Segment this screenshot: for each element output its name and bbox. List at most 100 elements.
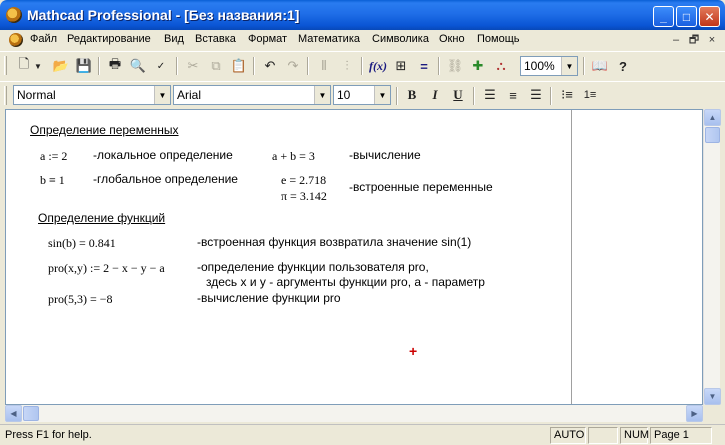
print-icon[interactable]: 🖶	[104, 55, 126, 77]
scroll-up-icon[interactable]: ▲	[704, 109, 721, 126]
standard-toolbar: 🗋 ▼ 📂 💾 🖶 🔍 ✓ ✂ ⧉ 📋 ↶ ↷ ⫴ ⫶ f(x) ⊞ = ⛓ ✚…	[0, 51, 725, 80]
horizontal-scrollbar[interactable]: ◀ ▶	[5, 405, 703, 422]
heading-variable-definitions: Определение переменных	[30, 123, 179, 137]
worksheet[interactable]: Определение переменных a := 2 -локальное…	[5, 109, 703, 405]
redo-icon[interactable]: ↷	[282, 55, 304, 77]
pro-definition-comment-line2[interactable]: здесь x и y - аргументы функции pro, a -…	[206, 275, 485, 289]
menu-symbolics[interactable]: Символика	[372, 33, 429, 45]
horizontal-scroll-thumb[interactable]	[23, 406, 39, 421]
toolbar-separator	[176, 57, 178, 75]
style-value: Normal	[17, 88, 56, 102]
font-select[interactable]: Arial ▼	[173, 85, 331, 105]
bullet-list-icon[interactable]: ⁝≡	[556, 84, 578, 106]
bold-button[interactable]: B	[401, 84, 423, 106]
chevron-down-icon[interactable]: ▼	[154, 86, 170, 104]
scroll-right-icon[interactable]: ▶	[686, 405, 703, 422]
toolbar-separator	[550, 87, 552, 105]
align-left-icon[interactable]: ☰	[479, 84, 501, 106]
toolbar-separator	[583, 57, 585, 75]
open-folder-icon[interactable]: 📂	[50, 55, 72, 77]
mathcad-app-icon[interactable]	[6, 7, 22, 23]
global-definition-comment[interactable]: -глобальное определение	[93, 172, 238, 186]
align-center-icon[interactable]: ≡	[502, 84, 524, 106]
pro-function-definition-region[interactable]: pro(x,y) := 2 − x − y − a	[48, 261, 165, 276]
spell-check-icon[interactable]: ✓	[150, 55, 172, 77]
menu-bar: Файл Редактирование Вид Вставка Формат М…	[0, 30, 725, 50]
sin-evaluation-region[interactable]: sin(b) = 0.841	[48, 236, 116, 251]
scroll-left-icon[interactable]: ◀	[5, 405, 22, 422]
menu-insert[interactable]: Вставка	[195, 33, 236, 45]
calculate-icon[interactable]: =	[413, 55, 435, 77]
help-icon[interactable]: ?	[612, 55, 634, 77]
toolbar-grip[interactable]	[4, 86, 7, 105]
pi-constant-region[interactable]: π = 3.142	[281, 189, 327, 204]
close-button[interactable]: ✕	[699, 6, 720, 27]
toolbar-separator	[438, 57, 440, 75]
e-constant-region[interactable]: e = 2.718	[281, 173, 326, 188]
toolbar-separator	[98, 57, 100, 75]
save-icon[interactable]: 💾	[73, 55, 95, 77]
pro-definition-comment-line1[interactable]: -определение функции пользователя pro,	[197, 260, 429, 274]
numbered-list-icon[interactable]: 1≡	[579, 84, 601, 106]
resource-book-icon[interactable]: 📖	[589, 55, 611, 77]
paste-icon[interactable]: 📋	[228, 55, 250, 77]
insert-component-icon[interactable]: ✚	[467, 55, 489, 77]
chevron-down-icon[interactable]: ▼	[374, 86, 390, 104]
menu-math[interactable]: Математика	[298, 33, 360, 45]
chevron-down-icon[interactable]: ▼	[561, 57, 577, 75]
copy-icon[interactable]: ⧉	[205, 55, 227, 77]
local-definition-comment[interactable]: -локальное определение	[93, 148, 233, 162]
status-empty-cell	[588, 427, 618, 444]
vertical-scroll-thumb[interactable]	[705, 127, 720, 143]
evaluation-comment[interactable]: -вычисление	[349, 148, 421, 162]
undo-icon[interactable]: ↶	[259, 55, 281, 77]
menu-help[interactable]: Помощь	[477, 33, 520, 45]
insert-function-icon[interactable]: f(x)	[367, 55, 389, 77]
document-icon[interactable]	[9, 33, 23, 47]
print-preview-icon[interactable]: 🔍	[127, 55, 149, 77]
resource-center-icon[interactable]: ⛬	[490, 55, 512, 77]
align-across-icon[interactable]: ⫴	[313, 55, 335, 77]
window-title: Mathcad Professional - [Без названия:1]	[27, 7, 300, 23]
pro-evaluation-region[interactable]: pro(5,3) = −8	[48, 292, 113, 307]
builtin-variables-comment[interactable]: -встроенные переменные	[349, 180, 493, 194]
pro-evaluation-comment[interactable]: -вычисление функции pro	[197, 291, 341, 305]
formatting-toolbar: Normal ▼ Arial ▼ 10 ▼ B I U ☰ ≡ ☰ ⁝≡ 1≡	[0, 81, 725, 108]
heading-function-definitions: Определение функций	[38, 211, 166, 225]
toolbar-grip[interactable]	[4, 56, 7, 75]
scroll-down-icon[interactable]: ▼	[704, 388, 721, 405]
menu-view[interactable]: Вид	[164, 33, 184, 45]
status-page: Page 1	[650, 427, 712, 444]
toolbar-separator	[361, 57, 363, 75]
maximize-button[interactable]: □	[676, 6, 697, 27]
mdi-restore-button[interactable]: 🗗	[686, 33, 702, 47]
insert-unit-icon[interactable]: ⊞	[390, 55, 412, 77]
align-down-icon[interactable]: ⫶	[336, 55, 358, 77]
sum-evaluation-region[interactable]: a + b = 3	[272, 149, 315, 164]
local-definition-region[interactable]: a := 2	[40, 149, 67, 164]
menu-window[interactable]: Окно	[439, 33, 465, 45]
menu-edit[interactable]: Редактирование	[67, 33, 151, 45]
new-dropdown-icon[interactable]: ▼	[32, 55, 44, 77]
insert-hyperlink-icon[interactable]: ⛓	[444, 55, 466, 77]
style-select[interactable]: Normal ▼	[13, 85, 171, 105]
sin-comment[interactable]: -встроенная функция возвратила значение …	[197, 235, 471, 249]
font-size-select[interactable]: 10 ▼	[333, 85, 391, 105]
minimize-button[interactable]: _	[653, 6, 674, 27]
status-auto: AUTO	[550, 427, 586, 444]
chevron-down-icon[interactable]: ▼	[314, 86, 330, 104]
mdi-minimize-button[interactable]: –	[668, 33, 684, 47]
align-right-icon[interactable]: ☰	[525, 84, 547, 106]
zoom-select[interactable]: 100% ▼	[520, 56, 578, 76]
vertical-scrollbar[interactable]: ▲ ▼	[703, 109, 721, 405]
menu-format[interactable]: Формат	[248, 33, 287, 45]
mdi-close-button[interactable]: ×	[704, 33, 720, 47]
menu-file[interactable]: Файл	[30, 33, 57, 45]
status-help-text: Press F1 for help.	[5, 429, 92, 441]
cut-icon[interactable]: ✂	[182, 55, 204, 77]
global-definition-region[interactable]: b ≡ 1	[40, 173, 65, 188]
title-bar[interactable]: Mathcad Professional - [Без названия:1] …	[0, 0, 725, 30]
toolbar-separator	[307, 57, 309, 75]
underline-button[interactable]: U	[447, 84, 469, 106]
italic-button[interactable]: I	[424, 84, 446, 106]
